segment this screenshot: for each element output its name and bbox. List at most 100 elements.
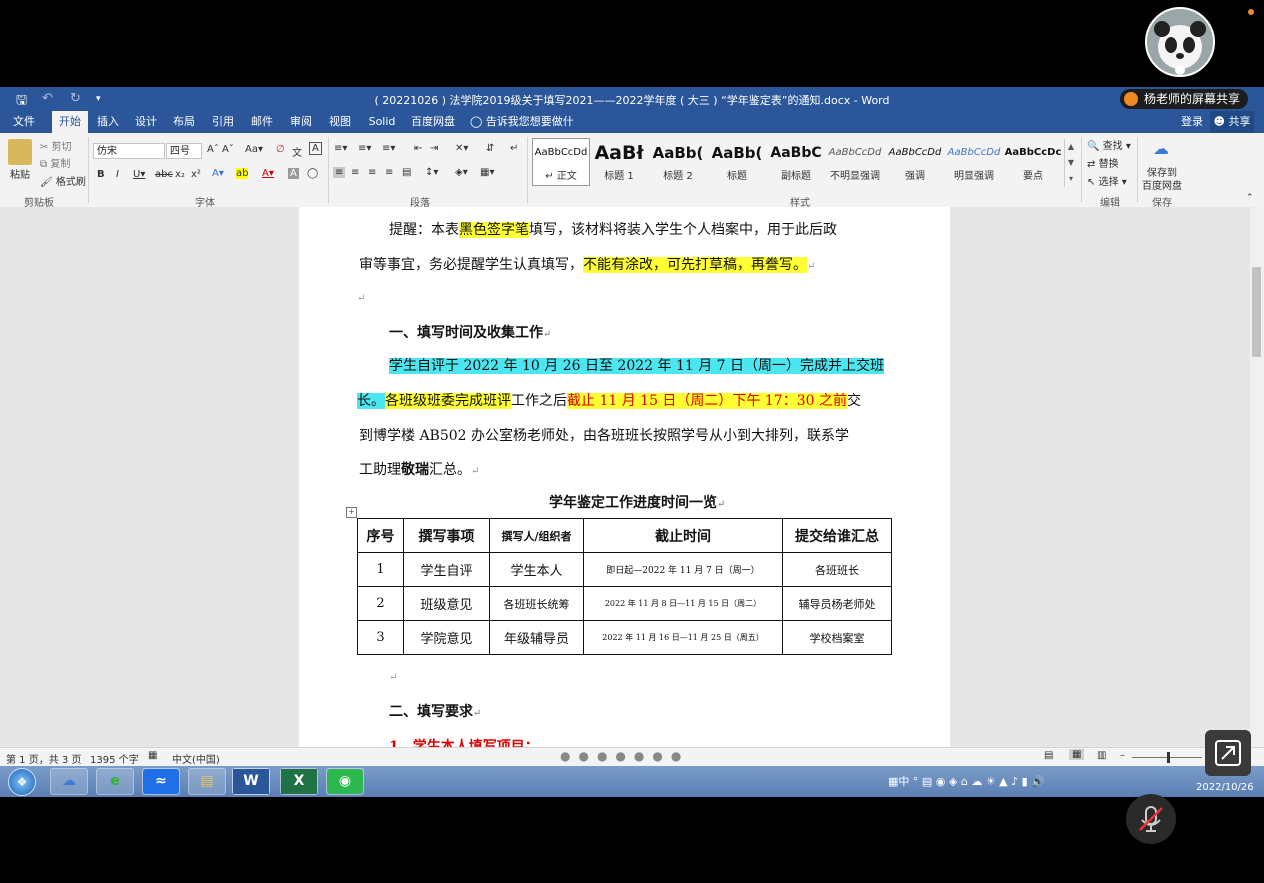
table-header-cell[interactable]: 撰写事项 (403, 518, 490, 553)
table-cell[interactable]: 3 (357, 620, 404, 655)
clock-date[interactable]: 2022/10/26 (1196, 782, 1254, 793)
mic-muted-button[interactable] (1126, 794, 1176, 844)
table-cell[interactable]: 班级意见 (403, 586, 490, 621)
justify-icon[interactable]: ≡ (385, 167, 393, 178)
find-button[interactable]: 🔍 查找 ▾ (1087, 137, 1131, 152)
style-heading-1[interactable]: AaBł 标题 1 (590, 139, 648, 187)
select-button[interactable]: ↖ 选择 ▾ (1087, 173, 1127, 188)
taskbar-file-explorer[interactable]: ▤ (188, 768, 226, 795)
tab-layout[interactable]: 布局 (168, 111, 200, 133)
enclose-char-icon[interactable]: ◯ (307, 168, 318, 179)
table-header-cell[interactable]: 撰写人/组织者 (489, 518, 584, 553)
multilevel-list-icon[interactable]: ≡▾ (382, 143, 395, 154)
baidu-netdisk-label[interactable]: 百度网盘 (1142, 177, 1182, 192)
subscript-button[interactable]: x₂ (175, 169, 185, 180)
tell-me-box[interactable]: ◯ 告诉我您想要做什么... (470, 111, 590, 150)
align-center-icon[interactable]: ≡ (351, 167, 359, 178)
table-cell[interactable]: 各班班长 (782, 552, 892, 587)
table-header-cell[interactable]: 序号 (357, 518, 404, 553)
proofing-icon[interactable]: ▦ (148, 750, 157, 761)
start-button[interactable]: ❖ (8, 768, 36, 796)
system-tray-icons[interactable]: ▦中 ° ▤ ◉ ◈ ⌂ ☁ ☀ ▲ ♪ ▮ 🔊 (888, 773, 1045, 789)
taskbar-wechat-work[interactable]: ◉ (326, 768, 364, 795)
table-cell[interactable]: 2022 年 11 月 16 日—11 月 25 日（周五） (583, 620, 783, 655)
phonetic-guide-icon[interactable]: 文 (292, 144, 302, 159)
vertical-scrollbar[interactable] (1250, 207, 1264, 747)
style-title[interactable]: AaBb(标题 (708, 139, 766, 187)
replace-button[interactable]: ⇄ 替换 (1087, 155, 1119, 170)
print-layout-icon[interactable]: ▦ (1069, 749, 1085, 760)
style-intense-emphasis[interactable]: AaBbCcDd 明显强调 (945, 139, 1003, 187)
schedule-table[interactable]: 序号 撰写事项 撰写人/组织者 截止时间 提交给谁汇总 1 学生自评 学生本人 … (357, 518, 892, 655)
baidu-cloud-icon[interactable]: ☁ (1153, 139, 1169, 158)
web-layout-icon[interactable]: ▥ (1097, 750, 1106, 761)
presenter-avatar[interactable] (1145, 7, 1215, 77)
font-color-icon[interactable]: A▾ (262, 168, 274, 179)
style-normal[interactable]: AaBbCcDd ↵ 正文 (532, 139, 590, 187)
table-cell[interactable]: 学院意见 (403, 620, 490, 655)
taskbar-excel[interactable]: X (280, 768, 318, 795)
table-cell[interactable]: 学生自评 (403, 552, 490, 587)
tab-mailings[interactable]: 邮件 (246, 111, 278, 133)
paste-label[interactable]: 粘贴 (10, 166, 30, 181)
tab-references[interactable]: 引用 (207, 111, 239, 133)
tab-file[interactable]: 文件 (6, 111, 42, 133)
taskbar-meeting-app[interactable]: ≈ (142, 768, 180, 795)
zoom-out-icon[interactable]: – (1120, 750, 1125, 761)
underline-button[interactable]: U▾ (133, 169, 145, 180)
table-cell[interactable]: 年级辅导员 (489, 620, 584, 655)
table-cell[interactable]: 即日起—2022 年 11 月 7 日（周一） (583, 552, 783, 587)
table-cell[interactable]: 2 (357, 586, 404, 621)
paste-icon[interactable] (8, 139, 32, 165)
read-mode-icon[interactable]: ▤ (1044, 750, 1053, 761)
char-border-icon[interactable]: A (309, 142, 322, 155)
table-cell[interactable]: 辅导员杨老师处 (782, 586, 892, 621)
login-link[interactable]: 登录 (1176, 111, 1208, 133)
tab-view[interactable]: 视图 (324, 111, 356, 133)
exit-fullscreen-button[interactable] (1205, 730, 1251, 776)
style-subtitle[interactable]: AaBbC 副标题 (767, 139, 825, 187)
shading-icon[interactable]: ◈▾ (455, 167, 468, 178)
scrollbar-thumb[interactable] (1252, 267, 1261, 357)
table-header-cell[interactable]: 截止时间 (583, 518, 783, 553)
taskbar-browser[interactable]: e (96, 768, 134, 795)
word-count[interactable]: 1395 个字 (90, 751, 139, 766)
borders-icon[interactable]: ▦▾ (480, 167, 494, 178)
language-indicator[interactable]: 中文(中国) (172, 751, 220, 766)
tab-baidu-netdisk[interactable]: 百度网盘 (408, 111, 458, 133)
sort-icon[interactable]: ⇵ (486, 143, 494, 154)
tab-insert[interactable]: 插入 (92, 111, 124, 133)
taskbar-baidu-netdisk[interactable]: ☁ (50, 768, 88, 795)
table-cell[interactable]: 学校档案室 (782, 620, 892, 655)
collapse-ribbon-icon[interactable]: ⌃ (1246, 193, 1254, 203)
superscript-button[interactable]: x² (191, 169, 201, 180)
zoom-slider-thumb[interactable] (1167, 752, 1170, 763)
increase-indent-icon[interactable]: ⇥ (430, 143, 438, 154)
text-effects-icon[interactable]: A▾ (212, 168, 224, 179)
font-size-select[interactable]: 四号 (166, 143, 202, 159)
change-case-icon[interactable]: Aa▾ (245, 144, 263, 155)
style-strong[interactable]: AaBbCcDc 要点 (1004, 139, 1062, 187)
font-name-select[interactable]: 仿宋 (93, 143, 165, 159)
tab-design[interactable]: 设计 (130, 111, 162, 133)
strikethrough-button[interactable]: abc (155, 169, 173, 180)
format-painter-button[interactable]: 🖌 格式刷 (40, 173, 86, 188)
styles-gallery-scroll[interactable]: ▲ ▼ ▾ (1064, 139, 1077, 187)
style-heading-2[interactable]: AaBb(标题 2 (649, 139, 707, 187)
tab-review[interactable]: 审阅 (285, 111, 317, 133)
screen-share-indicator[interactable]: 杨老师的屏幕共享 (1119, 89, 1248, 109)
show-marks-icon[interactable]: ↵ (510, 143, 518, 154)
grow-font-icon[interactable]: Aˆ (207, 144, 219, 155)
share-button[interactable]: ☻ 共享 (1210, 111, 1254, 133)
style-subtle-emphasis[interactable]: AaBbCcDd 不明显强调 (826, 139, 884, 187)
shrink-font-icon[interactable]: Aˇ (222, 144, 234, 155)
table-cell[interactable]: 1 (357, 552, 404, 587)
style-emphasis[interactable]: AaBbCcDd 强调 (886, 139, 944, 187)
tab-solid[interactable]: Solid (364, 111, 400, 133)
distributed-icon[interactable]: ▤ (402, 167, 411, 178)
bold-button[interactable]: B (97, 169, 105, 180)
table-move-handle-icon[interactable]: + (346, 507, 357, 518)
chinese-layout-icon[interactable]: ✕▾ (455, 143, 468, 154)
taskbar-word[interactable]: W (232, 768, 270, 795)
page-count[interactable]: 第 1 页，共 3 页 (6, 751, 81, 766)
